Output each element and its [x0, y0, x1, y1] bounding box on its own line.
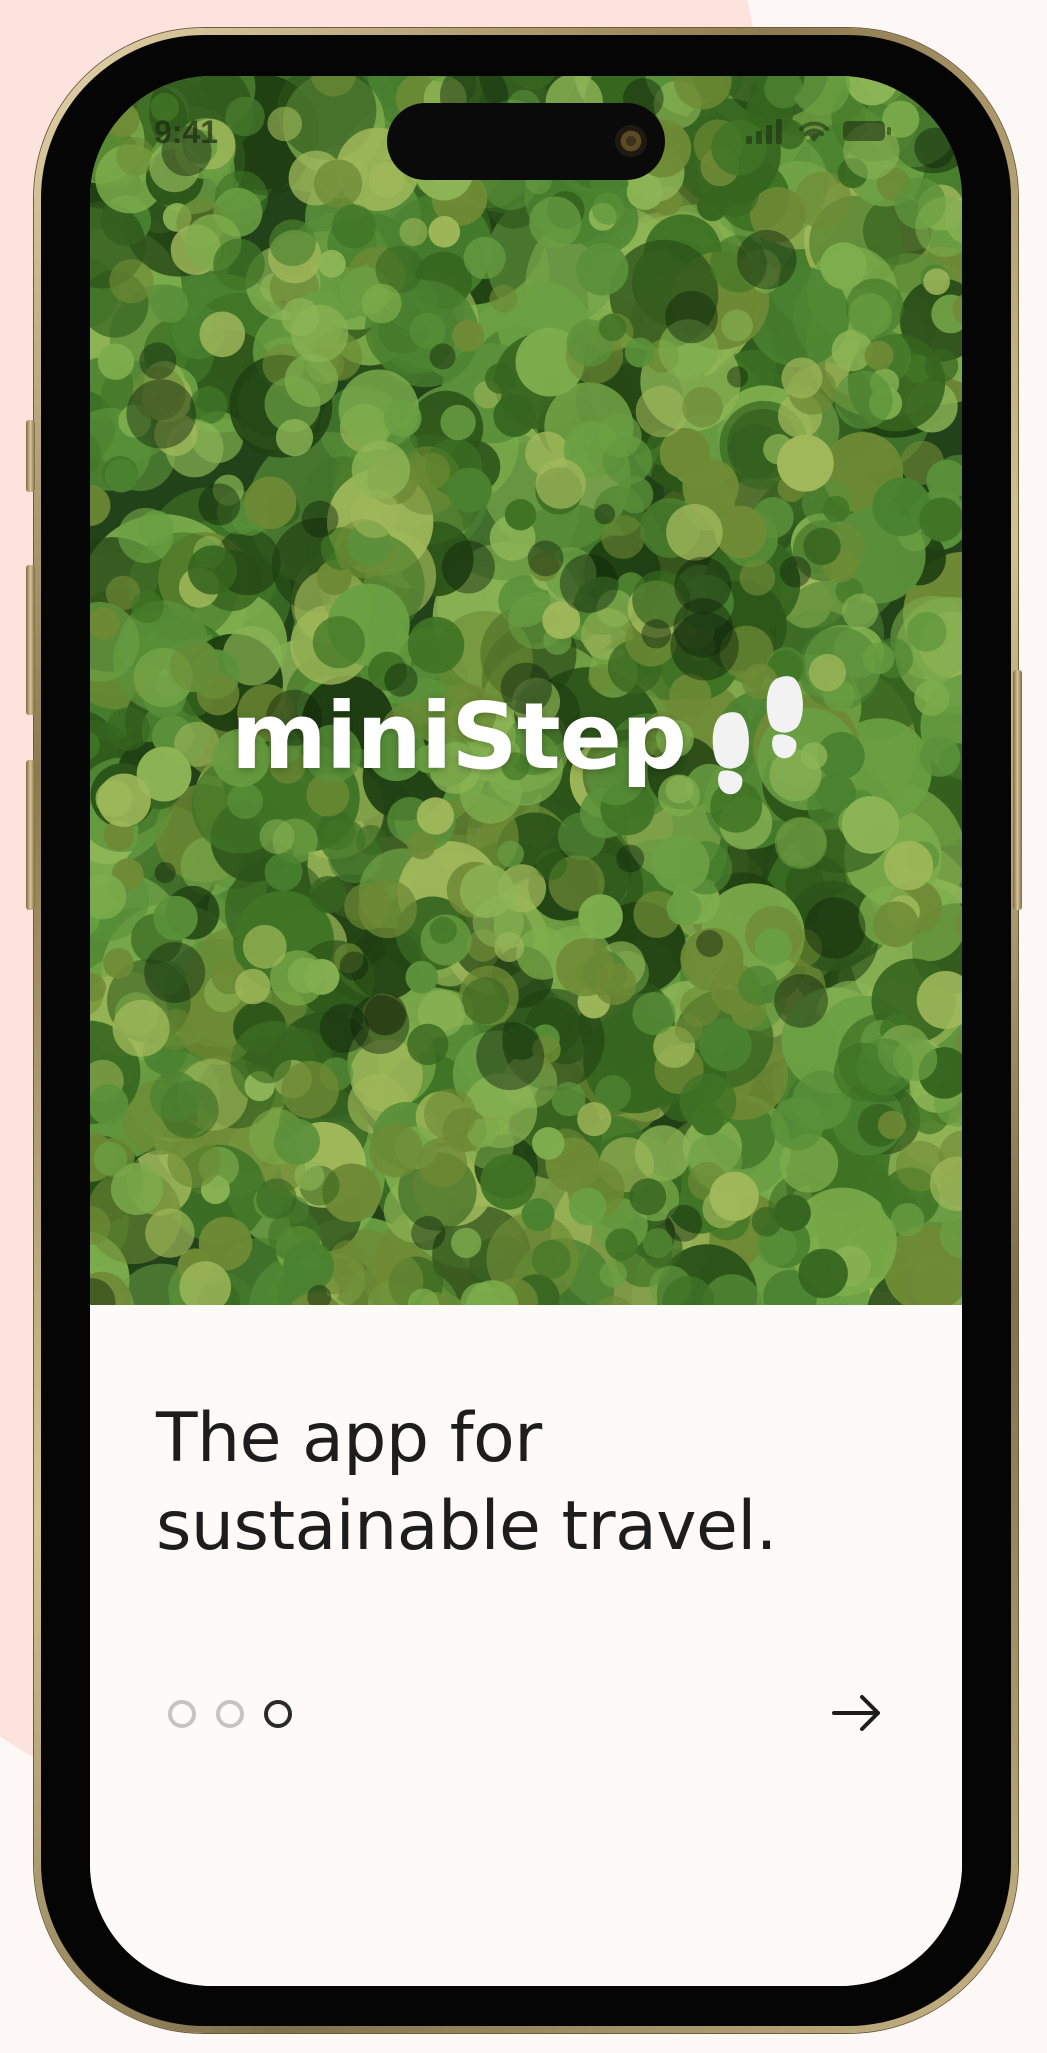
- arrow-right-icon: [832, 1695, 880, 1731]
- page-dot-3-active[interactable]: [264, 1700, 292, 1728]
- wifi-icon: [799, 121, 829, 142]
- front-camera-icon: [615, 125, 647, 157]
- footprints-icon: [712, 676, 803, 795]
- headline-line-1: The app for: [156, 1399, 542, 1478]
- phone-silent-switch: [26, 420, 35, 492]
- status-time: 9:41: [154, 114, 219, 150]
- app-screen: 9:41 miniStep The app for sustainable tr…: [90, 76, 962, 1986]
- headline-line-2: sustainable travel.: [156, 1487, 777, 1566]
- battery-icon: [843, 121, 891, 141]
- brand-logo: miniStep: [231, 666, 816, 806]
- onboarding-card: The app for sustainable travel.: [90, 1305, 962, 1986]
- page-dot-2[interactable]: [216, 1700, 244, 1728]
- phone-volume-up-button: [26, 565, 35, 715]
- phone-power-button: [1013, 670, 1022, 910]
- signal-icon: [746, 119, 782, 144]
- onboarding-headline: The app for sustainable travel.: [156, 1395, 916, 1571]
- next-button[interactable]: [822, 1685, 892, 1741]
- dynamic-island: [387, 103, 665, 180]
- status-icons: [746, 114, 892, 144]
- page-dot-1[interactable]: [168, 1700, 196, 1728]
- page: 9:41 miniStep The app for sustainable tr…: [0, 0, 1047, 2053]
- status-bar: 9:41: [90, 76, 962, 186]
- page-indicator: [168, 1700, 292, 1728]
- brand-name: miniStep: [231, 682, 687, 790]
- phone-volume-down-button: [26, 760, 35, 910]
